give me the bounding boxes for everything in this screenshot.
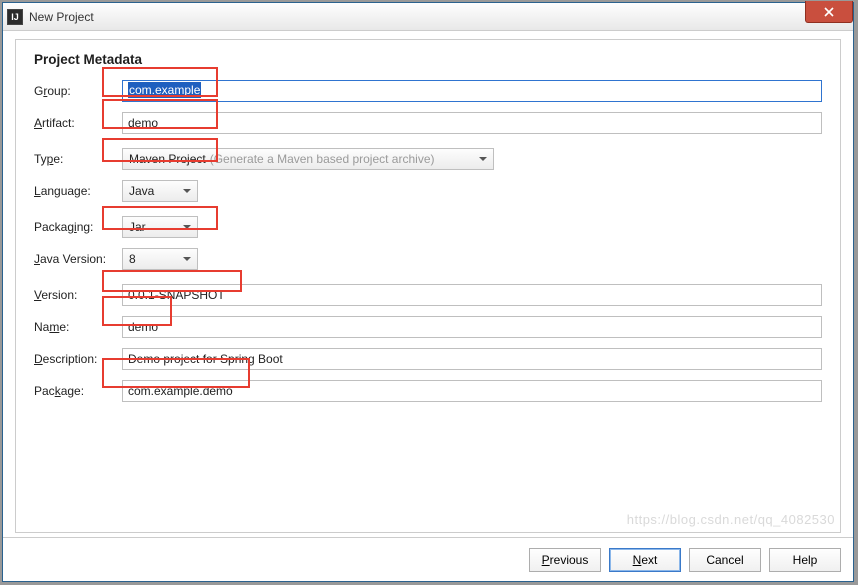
row-group: Group: com.example <box>34 79 822 103</box>
type-dropdown[interactable]: Maven Project(Generate a Maven based pro… <box>122 148 494 170</box>
label-name: Name: <box>34 320 122 334</box>
row-description: Description: <box>34 347 822 371</box>
row-package: Package: <box>34 379 822 403</box>
row-name: Name: <box>34 315 822 339</box>
row-javaversion: Java Version: 8 <box>34 247 822 271</box>
label-version: Version: <box>34 288 122 302</box>
version-input[interactable] <box>122 284 822 306</box>
row-version: Version: <box>34 283 822 307</box>
titlebar: IJ New Project <box>3 3 853 31</box>
javaversion-dropdown[interactable]: 8 <box>122 248 198 270</box>
row-artifact: Artifact: <box>34 111 822 135</box>
group-input[interactable]: com.example <box>122 80 822 102</box>
packaging-dropdown[interactable]: Jar <box>122 216 198 238</box>
dialog-footer: Previous Next Cancel Help <box>3 537 853 581</box>
label-type: Type: <box>34 152 122 166</box>
label-packaging: Packaging: <box>34 220 122 234</box>
label-group: Group: <box>34 84 122 98</box>
label-javaversion: Java Version: <box>34 252 122 266</box>
new-project-dialog: IJ New Project Project Metadata Group: c… <box>2 2 854 582</box>
label-package: Package: <box>34 384 122 398</box>
chevron-down-icon <box>183 189 191 193</box>
chevron-down-icon <box>183 225 191 229</box>
next-button[interactable]: Next <box>609 548 681 572</box>
cancel-button[interactable]: Cancel <box>689 548 761 572</box>
label-artifact: Artifact: <box>34 116 122 130</box>
name-input[interactable] <box>122 316 822 338</box>
row-language: Language: Java <box>34 179 822 203</box>
label-language: Language: <box>34 184 122 198</box>
app-icon: IJ <box>7 9 23 25</box>
row-packaging: Packaging: Jar <box>34 215 822 239</box>
previous-button[interactable]: Previous <box>529 548 601 572</box>
close-icon <box>824 7 834 17</box>
chevron-down-icon <box>479 157 487 161</box>
section-title: Project Metadata <box>34 52 822 67</box>
label-description: Description: <box>34 352 122 366</box>
package-input[interactable] <box>122 380 822 402</box>
dialog-content: Project Metadata Group: com.example Arti… <box>15 39 841 533</box>
chevron-down-icon <box>183 257 191 261</box>
description-input[interactable] <box>122 348 822 370</box>
help-button[interactable]: Help <box>769 548 841 572</box>
artifact-input[interactable] <box>122 112 822 134</box>
language-dropdown[interactable]: Java <box>122 180 198 202</box>
row-type: Type: Maven Project(Generate a Maven bas… <box>34 147 822 171</box>
close-button[interactable] <box>805 1 853 23</box>
window-title: New Project <box>29 10 94 24</box>
watermark-text: https://blog.csdn.net/qq_4082530 <box>627 512 835 527</box>
